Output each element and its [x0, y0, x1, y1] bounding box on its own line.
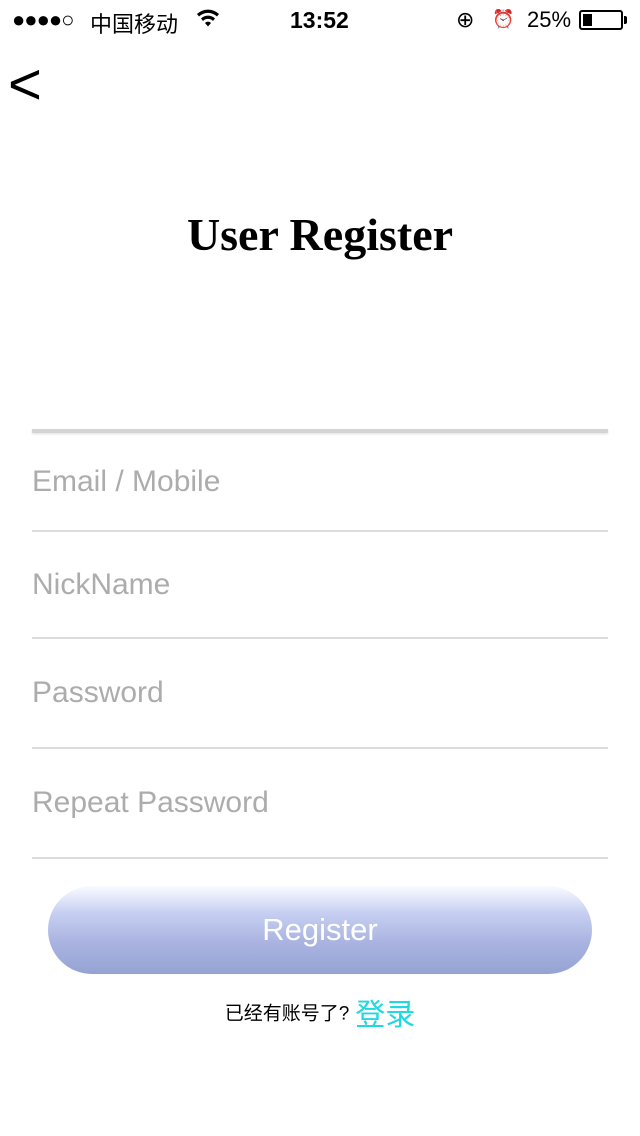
login-link[interactable]: 登录	[355, 999, 415, 1032]
login-prompt: 已经有账号了? 登录	[0, 990, 640, 1034]
page-title: User Register	[186, 209, 454, 260]
wifi-icon	[196, 4, 220, 36]
repeat-password-field[interactable]	[32, 749, 608, 859]
status-bar: ●●●●○ 中国移动 13:52 ⊕ ⏰ 25%	[0, 0, 640, 40]
battery-percent: 25%	[527, 7, 572, 32]
repeat-password-input[interactable]	[32, 749, 608, 857]
email-input[interactable]	[32, 433, 608, 530]
login-question: 已经有账号了?	[224, 1003, 350, 1025]
nickname-input[interactable]	[32, 532, 608, 637]
signal-icon: ●●●●○	[12, 7, 74, 32]
rotation-lock-icon: ⊕	[456, 7, 475, 32]
password-input[interactable]	[32, 639, 608, 747]
alarm-icon: ⏰	[492, 9, 515, 29]
register-button[interactable]: Register	[48, 886, 592, 974]
battery-icon	[579, 10, 623, 30]
password-field[interactable]	[32, 639, 608, 749]
clock: 13:52	[290, 7, 349, 33]
back-button[interactable]: <	[8, 56, 42, 114]
email-field[interactable]	[32, 433, 608, 532]
carrier-label: 中国移动	[90, 12, 179, 37]
nickname-field[interactable]	[32, 532, 608, 639]
